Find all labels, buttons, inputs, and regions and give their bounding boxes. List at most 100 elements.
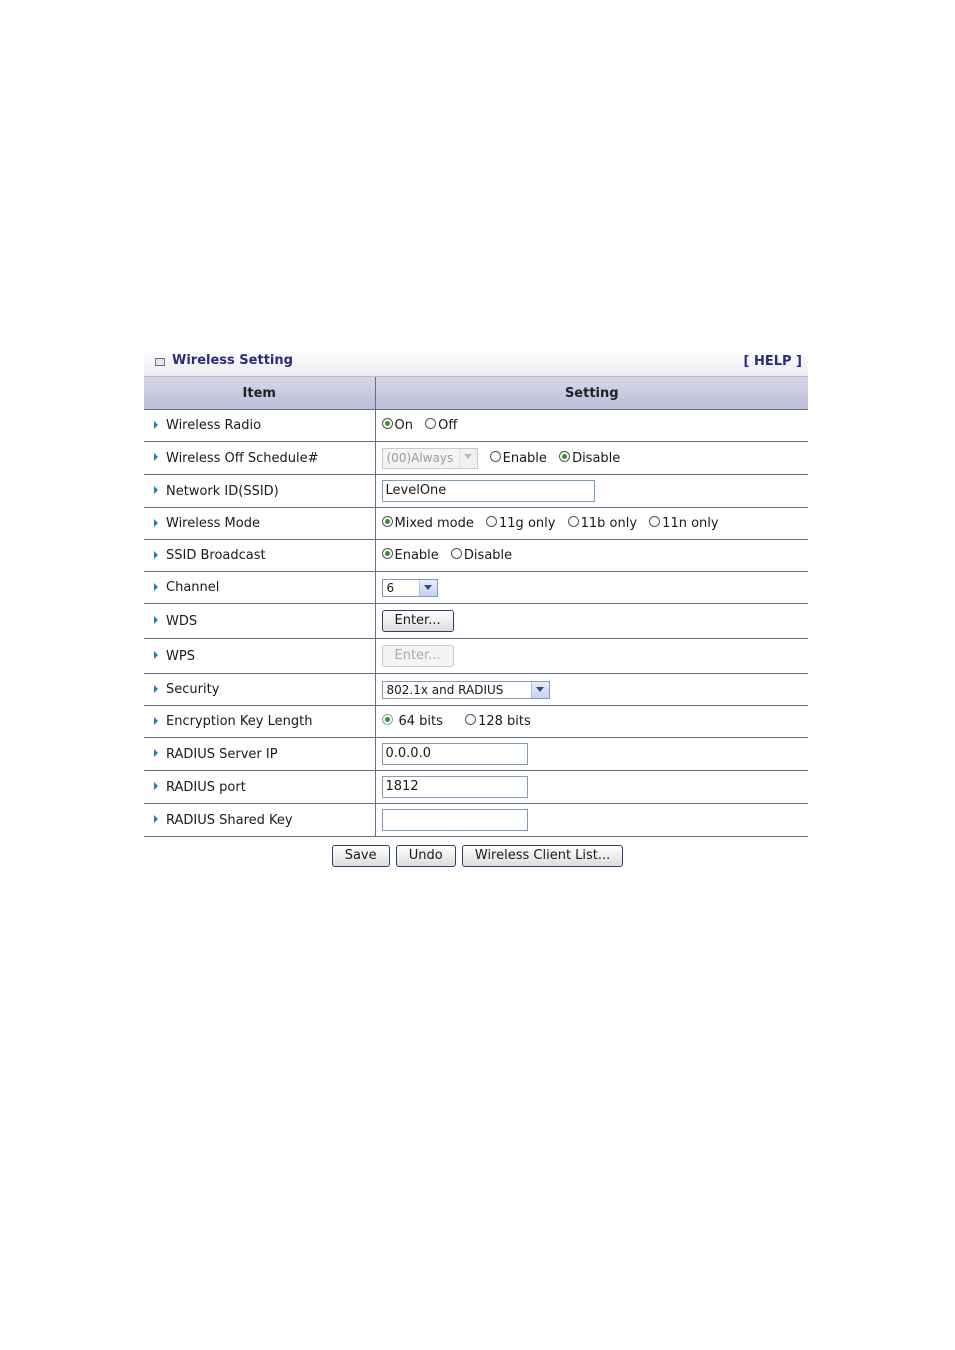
row-label: RADIUS port	[166, 779, 246, 795]
radio-selected-icon[interactable]	[381, 548, 393, 559]
wds-enter-button[interactable]: Enter...	[381, 610, 454, 632]
row-radius-ip: RADIUS Server IP 0.0.0.0	[144, 737, 808, 771]
radio-label: 128 bits	[478, 714, 531, 729]
radio-option-enable[interactable]: Enable	[489, 450, 547, 466]
radio-option-128bits[interactable]: 128 bits	[465, 714, 531, 729]
column-header-item: Item	[144, 377, 376, 410]
arrow-right-icon	[154, 684, 158, 693]
radio-unselected-icon[interactable]	[567, 516, 579, 527]
settings-table: Item Setting Wireless Radio On Off Wirel…	[144, 377, 808, 837]
select-value: 802.1x and RADIUS	[386, 682, 504, 697]
arrow-right-icon	[154, 486, 158, 494]
row-wds: WDS Enter...	[144, 603, 808, 639]
row-setting-cell: LevelOne	[375, 474, 808, 508]
radio-option-11g[interactable]: 11g only	[486, 516, 555, 531]
radio-selected-icon[interactable]	[381, 516, 393, 527]
wps-enter-button[interactable]: Enter...	[381, 645, 454, 667]
radio-selected-icon[interactable]	[381, 714, 393, 725]
row-setting-cell: 0.0.0.0	[375, 737, 808, 771]
row-setting-cell: Enter...	[375, 638, 808, 674]
radio-label: 11b only	[580, 516, 638, 531]
row-wireless-radio: Wireless Radio On Off	[144, 409, 808, 442]
radius-port-input[interactable]: 1812	[381, 776, 528, 798]
row-setting-cell: On Off	[375, 409, 808, 442]
radio-label: Enable	[502, 450, 547, 466]
schedule-select[interactable]: (00)Always	[381, 447, 478, 469]
radio-label: 11n only	[662, 516, 719, 531]
chevron-down-icon[interactable]	[418, 579, 437, 596]
row-label: WDS	[166, 613, 198, 629]
arrow-right-icon	[154, 782, 158, 790]
arrow-right-icon	[154, 453, 158, 461]
chevron-down-icon[interactable]	[530, 681, 549, 698]
radio-option-enable[interactable]: Enable	[381, 548, 439, 563]
row-label-cell: SSID Broadcast	[144, 539, 376, 572]
ssid-input[interactable]: LevelOne	[381, 480, 595, 502]
row-key-length: Encryption Key Length 64 bits 128 bits	[144, 705, 808, 738]
row-label-cell: RADIUS Server IP	[144, 737, 376, 771]
radio-selected-icon[interactable]	[559, 450, 571, 462]
row-label-cell: Wireless Off Schedule#	[144, 441, 376, 475]
wireless-client-list-button[interactable]: Wireless Client List...	[461, 845, 624, 867]
row-label-cell: Encryption Key Length	[144, 705, 376, 738]
radio-option-64bits[interactable]: 64 bits	[381, 714, 443, 729]
column-header-setting: Setting	[375, 377, 808, 410]
radio-label: On	[394, 418, 413, 433]
radio-unselected-icon[interactable]	[465, 714, 477, 725]
radio-unselected-icon[interactable]	[450, 548, 462, 559]
row-off-schedule: Wireless Off Schedule# (00)Always Enable…	[144, 441, 808, 475]
row-radius-port: RADIUS port 1812	[144, 770, 808, 804]
action-buttons: Save Undo Wireless Client List...	[0, 845, 955, 867]
row-ssid-broadcast: SSID Broadcast Enable Disable	[144, 539, 808, 572]
panel-title: Wireless Setting	[172, 353, 293, 368]
radio-selected-icon[interactable]	[381, 418, 393, 429]
undo-button[interactable]: Undo	[395, 845, 456, 867]
row-label: SSID Broadcast	[166, 548, 266, 563]
row-channel: Channel 6	[144, 571, 808, 604]
row-label-cell: WPS	[144, 638, 376, 674]
row-label-cell: Wireless Radio	[144, 409, 376, 442]
row-radius-key: RADIUS Shared Key	[144, 803, 808, 837]
arrow-right-icon	[154, 616, 158, 624]
row-label: Wireless Off Schedule#	[166, 450, 319, 466]
radio-unselected-icon[interactable]	[649, 516, 661, 527]
arrow-right-icon	[154, 651, 158, 659]
row-label-cell: WDS	[144, 603, 376, 639]
security-select[interactable]: 802.1x and RADIUS	[381, 680, 550, 699]
arrow-right-icon	[154, 815, 158, 823]
select-value: 6	[386, 580, 395, 595]
channel-select[interactable]: 6	[381, 578, 438, 597]
arrow-right-icon	[154, 749, 158, 757]
radio-unselected-icon[interactable]	[425, 418, 437, 429]
radio-unselected-icon[interactable]	[489, 450, 501, 462]
row-label: Network ID(SSID)	[166, 483, 279, 499]
radius-ip-input[interactable]: 0.0.0.0	[381, 743, 528, 765]
row-label: RADIUS Shared Key	[166, 812, 293, 828]
chevron-down-icon[interactable]	[458, 448, 477, 468]
radio-option-disable[interactable]: Disable	[559, 450, 620, 466]
help-link[interactable]: [ HELP ]	[743, 354, 802, 369]
arrow-right-icon	[154, 582, 158, 591]
radio-label: Mixed mode	[394, 516, 474, 531]
row-label: Channel	[166, 580, 220, 595]
save-button[interactable]: Save	[331, 845, 390, 867]
radio-unselected-icon[interactable]	[486, 516, 498, 527]
arrow-right-icon	[154, 550, 158, 559]
radio-option-11n[interactable]: 11n only	[649, 516, 719, 531]
radio-option-11b[interactable]: 11b only	[567, 516, 638, 531]
row-setting-cell: (00)Always Enable Disable	[375, 441, 808, 475]
row-label: Wireless Radio	[166, 418, 262, 433]
radio-label: Off	[438, 418, 458, 433]
radio-option-disable[interactable]: Disable	[450, 548, 512, 563]
arrow-right-icon	[154, 518, 158, 527]
radio-option-off[interactable]: Off	[425, 418, 457, 433]
radio-label: 11g only	[499, 516, 556, 531]
radio-option-mixed[interactable]: Mixed mode	[381, 516, 474, 531]
row-setting-cell: 802.1x and RADIUS	[375, 673, 808, 706]
row-setting-cell	[375, 803, 808, 837]
radius-shared-key-input[interactable]	[381, 809, 528, 831]
row-label-cell: Security	[144, 673, 376, 706]
radio-label: Enable	[394, 548, 439, 563]
radio-option-on[interactable]: On	[381, 418, 413, 433]
row-security: Security 802.1x and RADIUS	[144, 673, 808, 706]
